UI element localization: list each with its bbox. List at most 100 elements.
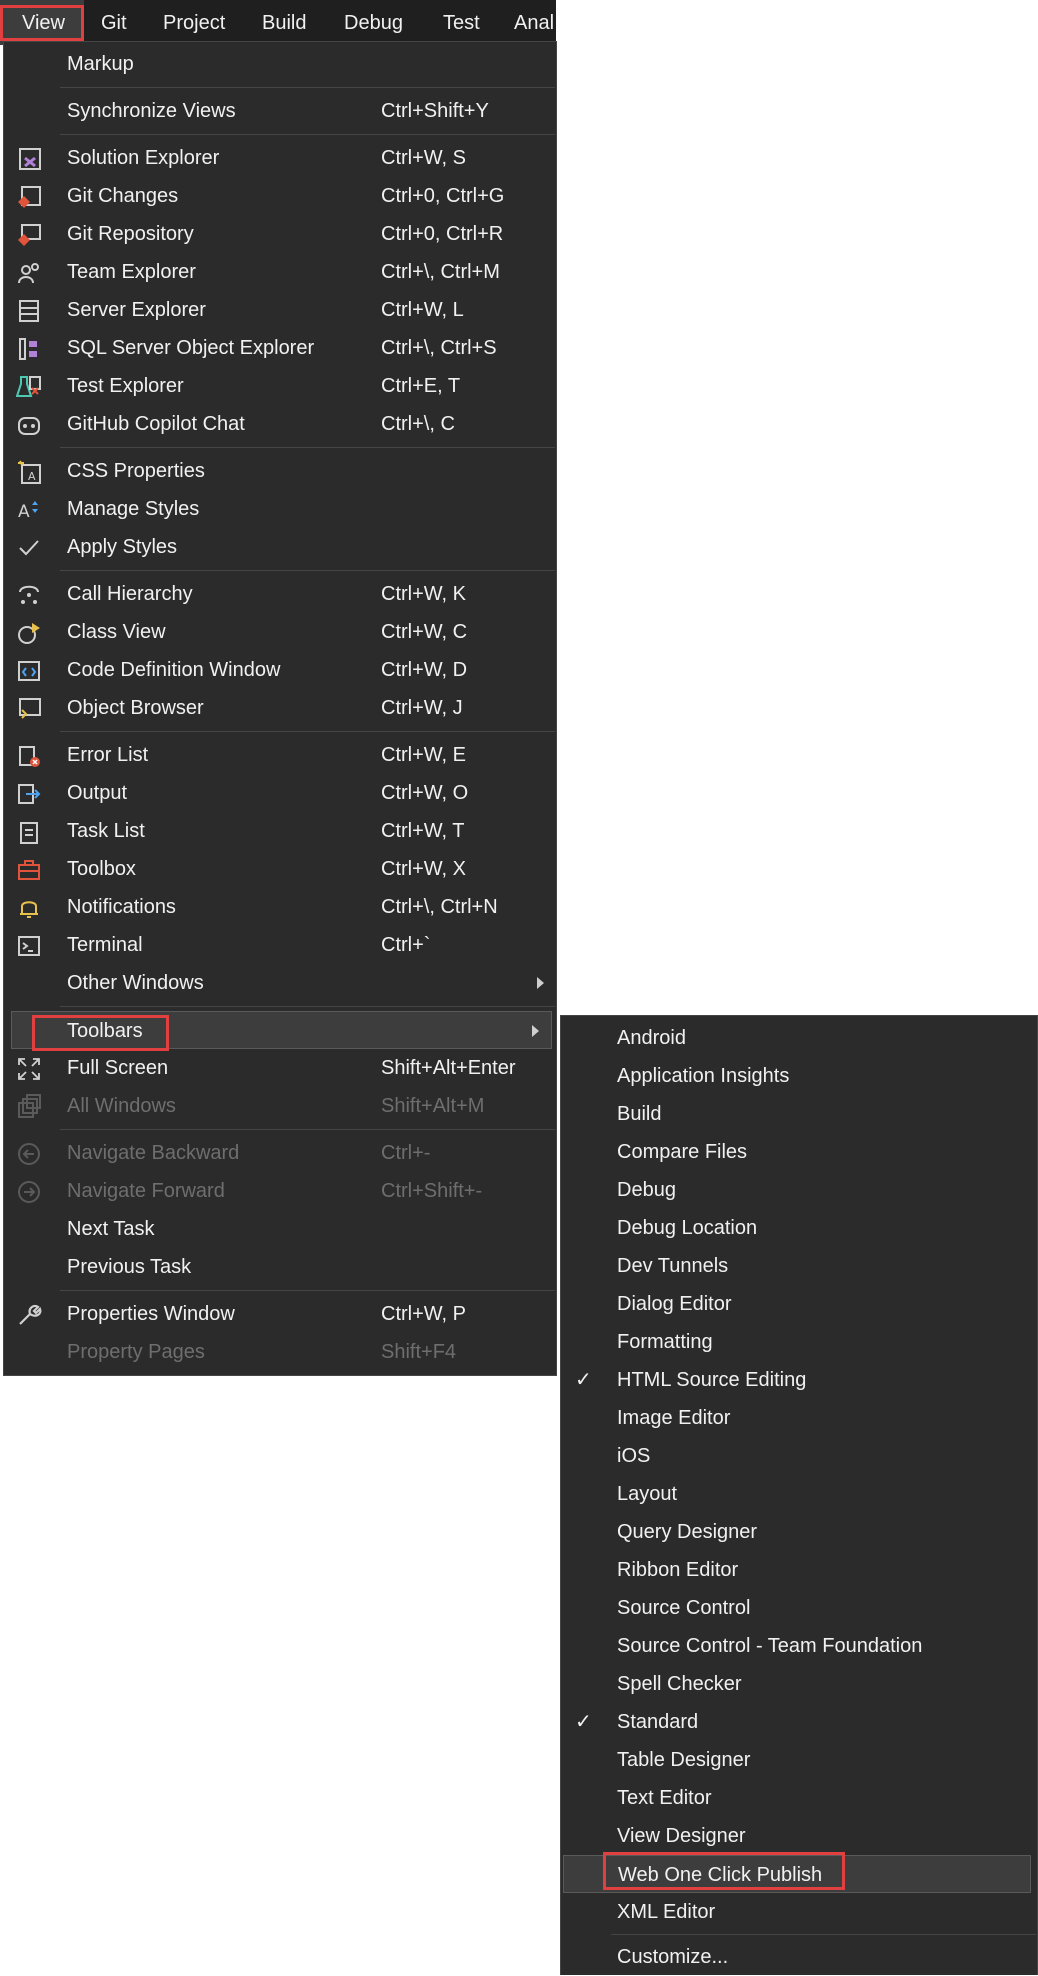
menu-item-label: Git Changes — [67, 185, 179, 207]
menu-item-team-explorer[interactable]: Team Explorer Ctrl+\, Ctrl+M — [4, 253, 556, 291]
menu-item-previous-task[interactable]: Previous Task — [4, 1248, 556, 1286]
menu-item-navigate-backward[interactable]: Navigate Backward Ctrl+- — [4, 1134, 556, 1172]
menu-item-output[interactable]: Output Ctrl+W, O — [4, 774, 556, 812]
menu-item-label: Markup — [67, 53, 134, 75]
menu-test[interactable]: Test — [443, 0, 480, 45]
menu-item-class-view[interactable]: Class View Ctrl+W, C — [4, 613, 556, 651]
menu-item-shortcut: Ctrl+0, Ctrl+G — [381, 185, 505, 207]
menu-item-shortcut: Ctrl+W, T — [381, 820, 465, 842]
checkmark-icon: ✓ — [575, 1711, 592, 1733]
menu-item-next-task[interactable]: Next Task — [4, 1210, 556, 1248]
toolbar-item-dev-tunnels[interactable]: Dev Tunnels — [561, 1247, 1037, 1285]
toolbar-item-table-designer[interactable]: Table Designer — [561, 1741, 1037, 1779]
menu-item-properties-window[interactable]: Properties Window Ctrl+W, P — [4, 1295, 556, 1333]
menu-item-shortcut: Ctrl+\, Ctrl+N — [381, 896, 498, 918]
team-explorer-icon — [16, 260, 42, 286]
menu-item-navigate-forward[interactable]: Navigate Forward Ctrl+Shift+- — [4, 1172, 556, 1210]
menu-item-label: Property Pages — [67, 1341, 205, 1363]
toolbar-item-compare-files[interactable]: Compare Files — [561, 1133, 1037, 1171]
menu-debug[interactable]: Debug — [344, 0, 403, 45]
toolbar-item-xml-editor[interactable]: XML Editor — [561, 1893, 1037, 1931]
toolbar-item-ribbon-editor[interactable]: Ribbon Editor — [561, 1551, 1037, 1589]
menu-item-label: Terminal — [67, 934, 143, 956]
error-list-icon — [16, 743, 42, 769]
toolbar-item-source-control[interactable]: Source Control — [561, 1589, 1037, 1627]
terminal-icon — [16, 933, 42, 959]
toolbar-item-query-designer[interactable]: Query Designer — [561, 1513, 1037, 1551]
menu-item-error-list[interactable]: Error List Ctrl+W, E — [4, 736, 556, 774]
menu-item-manage-styles[interactable]: A Manage Styles — [4, 490, 556, 528]
menu-item-label: Task List — [67, 820, 145, 842]
toolbar-item-ios[interactable]: iOS — [561, 1437, 1037, 1475]
menu-item-label: Output — [67, 782, 128, 804]
toolbar-item-dialog-editor[interactable]: Dialog Editor — [561, 1285, 1037, 1323]
toolbar-item-source-control-team-foundation[interactable]: Source Control - Team Foundation — [561, 1627, 1037, 1665]
menu-item-test-explorer[interactable]: Test Explorer Ctrl+E, T — [4, 367, 556, 405]
task-list-icon — [16, 819, 42, 845]
toolbar-item-text-editor[interactable]: Text Editor — [561, 1779, 1037, 1817]
navigate-forward-icon — [16, 1179, 42, 1205]
sql-server-icon — [16, 336, 42, 362]
toolbars-highlight — [32, 1015, 169, 1051]
menu-build[interactable]: Build — [262, 0, 306, 45]
menu-item-full-screen[interactable]: Full Screen Shift+Alt+Enter — [4, 1049, 556, 1087]
menu-item-git-changes[interactable]: Git Changes Ctrl+0, Ctrl+G — [4, 177, 556, 215]
menu-item-synchronize-views[interactable]: Synchronize Views Ctrl+Shift+Y — [4, 92, 556, 130]
menu-item-all-windows[interactable]: All Windows Shift+Alt+M — [4, 1087, 556, 1125]
toolbar-item-image-editor[interactable]: Image Editor — [561, 1399, 1037, 1437]
toolbar-item-label: Layout — [617, 1483, 678, 1505]
menu-item-call-hierarchy[interactable]: Call Hierarchy Ctrl+W, K — [4, 575, 556, 613]
menu-item-terminal[interactable]: Terminal Ctrl+` — [4, 926, 556, 964]
menu-item-css-properties[interactable]: A CSS Properties — [4, 452, 556, 490]
wrench-icon — [16, 1302, 42, 1328]
toolbar-item-debug-location[interactable]: Debug Location — [561, 1209, 1037, 1247]
toolbar-item-label: Text Editor — [617, 1787, 712, 1809]
menu-item-label: Code Definition Window — [67, 659, 281, 681]
toolbar-item-customize[interactable]: Customize... — [561, 1938, 1037, 1976]
menu-item-label: Git Repository — [67, 223, 194, 245]
menu-item-other-windows[interactable]: Other Windows — [4, 964, 556, 1002]
toolbox-icon — [16, 857, 42, 883]
menu-item-notifications[interactable]: Notifications Ctrl+\, Ctrl+N — [4, 888, 556, 926]
menu-item-apply-styles[interactable]: Apply Styles — [4, 528, 556, 566]
toolbar-item-application-insights[interactable]: Application Insights — [561, 1057, 1037, 1095]
menu-item-code-definition-window[interactable]: Code Definition Window Ctrl+W, D — [4, 651, 556, 689]
menu-item-solution-explorer[interactable]: Solution Explorer Ctrl+W, S — [4, 139, 556, 177]
menu-item-property-pages[interactable]: Property Pages Shift+F4 — [4, 1333, 556, 1371]
toolbar-item-android[interactable]: Android — [561, 1019, 1037, 1057]
toolbar-item-build[interactable]: Build — [561, 1095, 1037, 1133]
object-browser-icon — [16, 696, 42, 722]
toolbar-item-standard[interactable]: ✓ Standard — [561, 1703, 1037, 1741]
toolbar-item-spell-checker[interactable]: Spell Checker — [561, 1665, 1037, 1703]
toolbar-item-formatting[interactable]: Formatting — [561, 1323, 1037, 1361]
menu-analyze[interactable]: Anal — [514, 0, 554, 45]
menu-item-server-explorer[interactable]: Server Explorer Ctrl+W, L — [4, 291, 556, 329]
toolbar-item-layout[interactable]: Layout — [561, 1475, 1037, 1513]
menu-item-shortcut: Ctrl+W, P — [381, 1303, 467, 1325]
separator — [60, 87, 555, 88]
navigate-backward-icon — [16, 1141, 42, 1167]
toolbar-item-view-designer[interactable]: View Designer — [561, 1817, 1037, 1855]
menu-item-label: Toolbox — [67, 858, 136, 880]
menu-item-task-list[interactable]: Task List Ctrl+W, T — [4, 812, 556, 850]
menu-item-object-browser[interactable]: Object Browser Ctrl+W, J — [4, 689, 556, 727]
toolbar-item-label: Debug Location — [617, 1217, 758, 1239]
menu-item-label: Solution Explorer — [67, 147, 220, 169]
menu-item-sql-server-object-explorer[interactable]: SQL Server Object Explorer Ctrl+\, Ctrl+S — [4, 329, 556, 367]
toolbar-item-label: Dialog Editor — [617, 1293, 732, 1315]
menu-item-toolbox[interactable]: Toolbox Ctrl+W, X — [4, 850, 556, 888]
menu-git[interactable]: Git — [101, 0, 127, 45]
menu-item-label: CSS Properties — [67, 460, 205, 482]
menu-item-shortcut: Ctrl+` — [381, 934, 431, 956]
menu-project[interactable]: Project — [163, 0, 225, 45]
toolbar-item-html-source-editing[interactable]: ✓ HTML Source Editing — [561, 1361, 1037, 1399]
web-one-click-publish-highlight — [603, 1852, 845, 1890]
toolbar-item-debug[interactable]: Debug — [561, 1171, 1037, 1209]
menu-item-github-copilot-chat[interactable]: GitHub Copilot Chat Ctrl+\, C — [4, 405, 556, 443]
menu-item-shortcut: Ctrl+W, X — [381, 858, 467, 880]
menu-item-markup[interactable]: Markup — [4, 45, 556, 83]
menu-item-shortcut: Shift+Alt+Enter — [381, 1057, 516, 1079]
menu-item-git-repository[interactable]: Git Repository Ctrl+0, Ctrl+R — [4, 215, 556, 253]
menu-item-shortcut: Ctrl+E, T — [381, 375, 461, 397]
full-screen-icon — [16, 1056, 42, 1082]
